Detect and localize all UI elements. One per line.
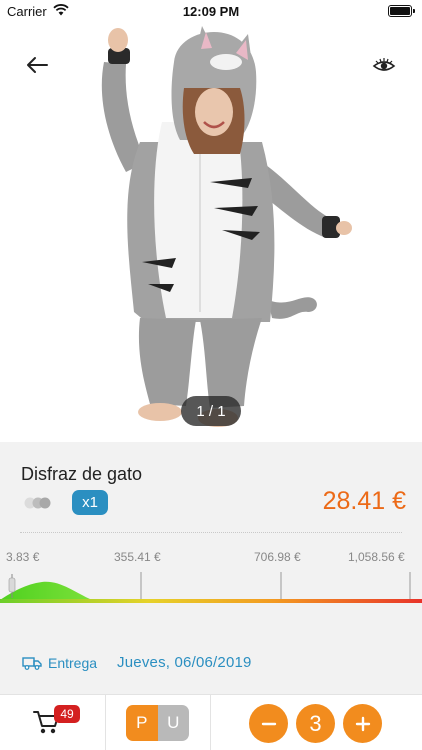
status-bar: Carrier 12:09 PM bbox=[0, 0, 422, 22]
image-pager: 1 / 1 bbox=[181, 396, 241, 426]
cart-count-badge: 49 bbox=[54, 705, 80, 723]
arrow-left-icon bbox=[27, 57, 48, 73]
product-image-area[interactable]: 1 / 1 bbox=[0, 22, 422, 442]
unit-option-u[interactable]: U bbox=[157, 705, 189, 741]
quantity-badge: x1 bbox=[72, 490, 108, 515]
price-distribution-graph bbox=[0, 572, 422, 603]
bottom-action-bar: 49 P U 3 bbox=[0, 694, 422, 750]
minus-icon bbox=[261, 722, 276, 725]
decrement-button[interactable] bbox=[249, 704, 288, 743]
cart-button[interactable]: 49 bbox=[0, 695, 106, 750]
delivery-row: Entrega Jueves, 06/06/2019 bbox=[22, 654, 252, 671]
unit-option-p[interactable]: P bbox=[126, 705, 158, 741]
product-info: Disfraz de gato x1 28.41 € 3.83 € 355.41… bbox=[0, 442, 422, 694]
quantity-value[interactable]: 3 bbox=[296, 704, 335, 743]
divider bbox=[20, 532, 402, 533]
plus-icon bbox=[355, 716, 370, 731]
increment-button[interactable] bbox=[343, 704, 382, 743]
unit-toggle[interactable]: P U bbox=[126, 705, 189, 741]
product-photo bbox=[101, 26, 352, 427]
carrier-label: Carrier bbox=[7, 3, 47, 19]
delivery-label: Entrega bbox=[48, 654, 98, 671]
view-button[interactable] bbox=[370, 52, 398, 78]
price-range-chart: 3.83 € 355.41 € 706.98 € 1,058.56 € bbox=[0, 542, 422, 604]
price-gradient-bar bbox=[0, 599, 422, 603]
wifi-icon bbox=[53, 3, 69, 19]
variant-dots-icon[interactable] bbox=[21, 497, 53, 509]
eye-icon bbox=[372, 58, 396, 71]
unit-toggle-cell: P U bbox=[106, 695, 211, 750]
truck-icon bbox=[22, 656, 42, 670]
back-button[interactable] bbox=[22, 52, 52, 78]
battery-icon bbox=[388, 5, 415, 17]
product-price: 28.41 € bbox=[322, 487, 406, 515]
quantity-stepper: 3 bbox=[211, 695, 422, 750]
product-title: Disfraz de gato bbox=[21, 464, 143, 484]
status-left: Carrier bbox=[7, 4, 69, 19]
delivery-date[interactable]: Jueves, 06/06/2019 bbox=[117, 654, 252, 671]
